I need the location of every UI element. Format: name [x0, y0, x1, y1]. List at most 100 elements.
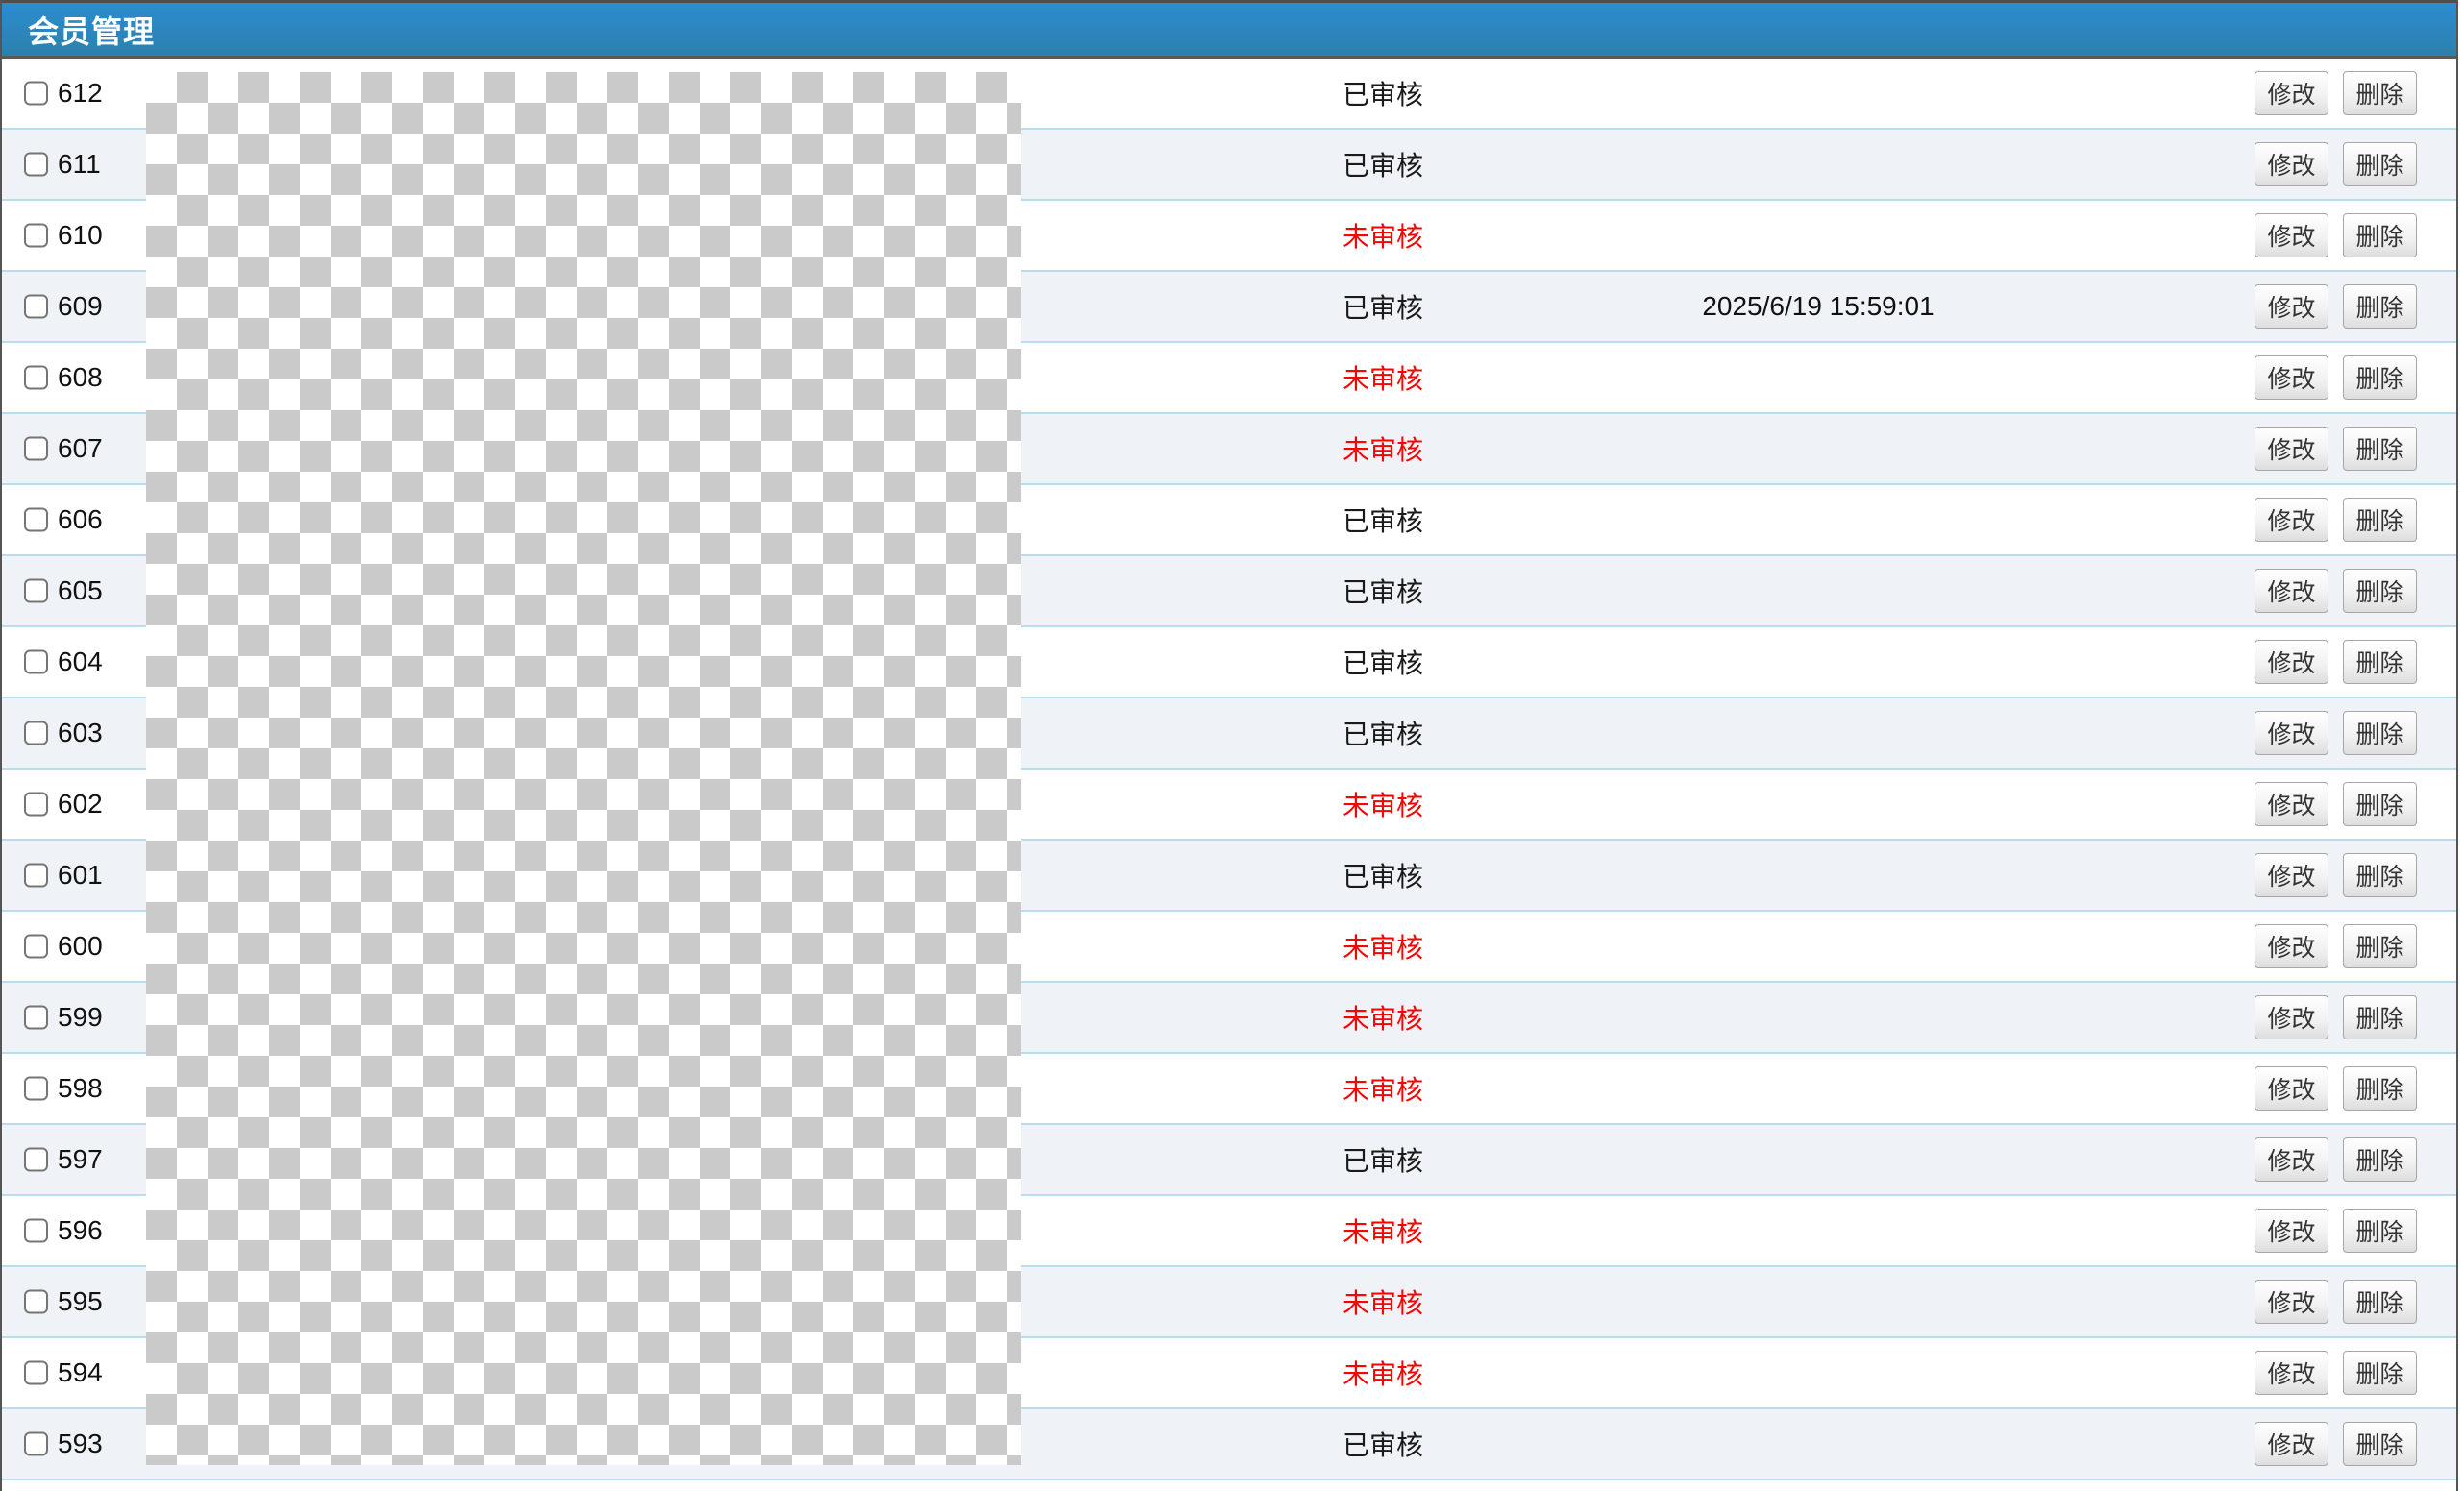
- row-checkbox[interactable]: [24, 1432, 48, 1456]
- status-text: 未审核: [1258, 429, 1508, 468]
- row-checkbox-cell: [24, 82, 48, 106]
- edit-button[interactable]: 修改: [2255, 853, 2328, 897]
- row-actions: 修改 删除: [2255, 1422, 2417, 1466]
- row-checkbox-cell: [24, 1361, 48, 1385]
- status-text: 未审核: [1258, 1069, 1508, 1108]
- edit-button[interactable]: 修改: [2255, 995, 2328, 1039]
- row-actions: 修改 删除: [2255, 995, 2417, 1039]
- delete-button[interactable]: 删除: [2343, 213, 2417, 257]
- delete-button[interactable]: 删除: [2343, 1066, 2417, 1111]
- edit-button[interactable]: 修改: [2255, 1351, 2328, 1395]
- status-text: 已审核: [1258, 145, 1508, 183]
- delete-button[interactable]: 删除: [2343, 1351, 2417, 1395]
- review-time: 2025/6/19 15:59:01: [1672, 291, 1964, 322]
- row-actions: 修改 删除: [2255, 1351, 2417, 1395]
- row-actions: 修改 删除: [2255, 427, 2417, 471]
- status-text: 未审核: [1258, 216, 1508, 255]
- row-actions: 修改 删除: [2255, 284, 2417, 329]
- delete-button[interactable]: 删除: [2343, 142, 2417, 186]
- row-checkbox[interactable]: [24, 153, 48, 177]
- edit-button[interactable]: 修改: [2255, 711, 2328, 755]
- member-id: 609: [58, 291, 103, 322]
- edit-button[interactable]: 修改: [2255, 1066, 2328, 1111]
- delete-button[interactable]: 删除: [2343, 1280, 2417, 1324]
- row-checkbox[interactable]: [24, 1148, 48, 1172]
- delete-button[interactable]: 删除: [2343, 71, 2417, 115]
- row-checkbox-cell: [24, 437, 48, 461]
- member-id: 597: [58, 1144, 103, 1175]
- edit-button[interactable]: 修改: [2255, 782, 2328, 826]
- status-text: 已审核: [1258, 1140, 1508, 1179]
- delete-button[interactable]: 删除: [2343, 1209, 2417, 1253]
- row-checkbox[interactable]: [24, 1290, 48, 1314]
- page-title: 会员管理: [28, 8, 155, 52]
- edit-button[interactable]: 修改: [2255, 142, 2328, 186]
- delete-button[interactable]: 删除: [2343, 427, 2417, 471]
- row-actions: 修改 删除: [2255, 853, 2417, 897]
- edit-button[interactable]: 修改: [2255, 1209, 2328, 1253]
- edit-button[interactable]: 修改: [2255, 213, 2328, 257]
- delete-button[interactable]: 删除: [2343, 498, 2417, 542]
- edit-button[interactable]: 修改: [2255, 924, 2328, 968]
- edit-button[interactable]: 修改: [2255, 498, 2328, 542]
- row-checkbox[interactable]: [24, 224, 48, 248]
- status-text: 未审核: [1258, 358, 1508, 397]
- row-checkbox[interactable]: [24, 366, 48, 390]
- row-checkbox-cell: [24, 721, 48, 746]
- row-checkbox-cell: [24, 579, 48, 603]
- edit-button[interactable]: 修改: [2255, 1137, 2328, 1182]
- delete-button[interactable]: 删除: [2343, 853, 2417, 897]
- member-panel: 会员管理 612 已审核 修改 删除 611 已审核 修改 删除 610 未审核: [0, 0, 2458, 1491]
- delete-button[interactable]: 删除: [2343, 924, 2417, 968]
- page-title-bar: 会员管理: [2, 0, 2456, 59]
- row-actions: 修改 删除: [2255, 1209, 2417, 1253]
- edit-button[interactable]: 修改: [2255, 284, 2328, 329]
- delete-button[interactable]: 删除: [2343, 569, 2417, 613]
- member-id: 611: [58, 149, 101, 180]
- row-checkbox-cell: [24, 508, 48, 532]
- row-checkbox[interactable]: [24, 508, 48, 532]
- row-checkbox-cell: [24, 1290, 48, 1314]
- row-checkbox[interactable]: [24, 437, 48, 461]
- delete-button[interactable]: 删除: [2343, 711, 2417, 755]
- row-checkbox[interactable]: [24, 1077, 48, 1101]
- edit-button[interactable]: 修改: [2255, 71, 2328, 115]
- member-id: 598: [58, 1073, 103, 1104]
- status-text: 已审核: [1258, 714, 1508, 752]
- edit-button[interactable]: 修改: [2255, 1280, 2328, 1324]
- row-checkbox[interactable]: [24, 721, 48, 746]
- row-checkbox[interactable]: [24, 650, 48, 674]
- delete-button[interactable]: 删除: [2343, 640, 2417, 684]
- row-checkbox-cell: [24, 1006, 48, 1030]
- status-text: 已审核: [1258, 643, 1508, 681]
- row-actions: 修改 删除: [2255, 924, 2417, 968]
- edit-button[interactable]: 修改: [2255, 355, 2328, 400]
- delete-button[interactable]: 删除: [2343, 1137, 2417, 1182]
- delete-button[interactable]: 删除: [2343, 284, 2417, 329]
- row-checkbox[interactable]: [24, 82, 48, 106]
- edit-button[interactable]: 修改: [2255, 1422, 2328, 1466]
- row-checkbox[interactable]: [24, 579, 48, 603]
- row-actions: 修改 删除: [2255, 1137, 2417, 1182]
- row-checkbox[interactable]: [24, 295, 48, 319]
- edit-button[interactable]: 修改: [2255, 640, 2328, 684]
- edit-button[interactable]: 修改: [2255, 569, 2328, 613]
- member-id: 607: [58, 433, 103, 464]
- member-id: 593: [58, 1429, 103, 1459]
- row-checkbox[interactable]: [24, 1219, 48, 1243]
- row-checkbox[interactable]: [24, 864, 48, 888]
- delete-button[interactable]: 删除: [2343, 782, 2417, 826]
- delete-button[interactable]: 删除: [2343, 1422, 2417, 1466]
- edit-button[interactable]: 修改: [2255, 427, 2328, 471]
- delete-button[interactable]: 删除: [2343, 995, 2417, 1039]
- row-checkbox[interactable]: [24, 935, 48, 959]
- delete-button[interactable]: 删除: [2343, 355, 2417, 400]
- status-text: 已审核: [1258, 287, 1508, 326]
- row-checkbox[interactable]: [24, 793, 48, 817]
- row-checkbox[interactable]: [24, 1006, 48, 1030]
- row-actions: 修改 删除: [2255, 213, 2417, 257]
- row-checkbox-cell: [24, 1077, 48, 1101]
- row-checkbox-cell: [24, 295, 48, 319]
- row-actions: 修改 删除: [2255, 71, 2417, 115]
- row-checkbox[interactable]: [24, 1361, 48, 1385]
